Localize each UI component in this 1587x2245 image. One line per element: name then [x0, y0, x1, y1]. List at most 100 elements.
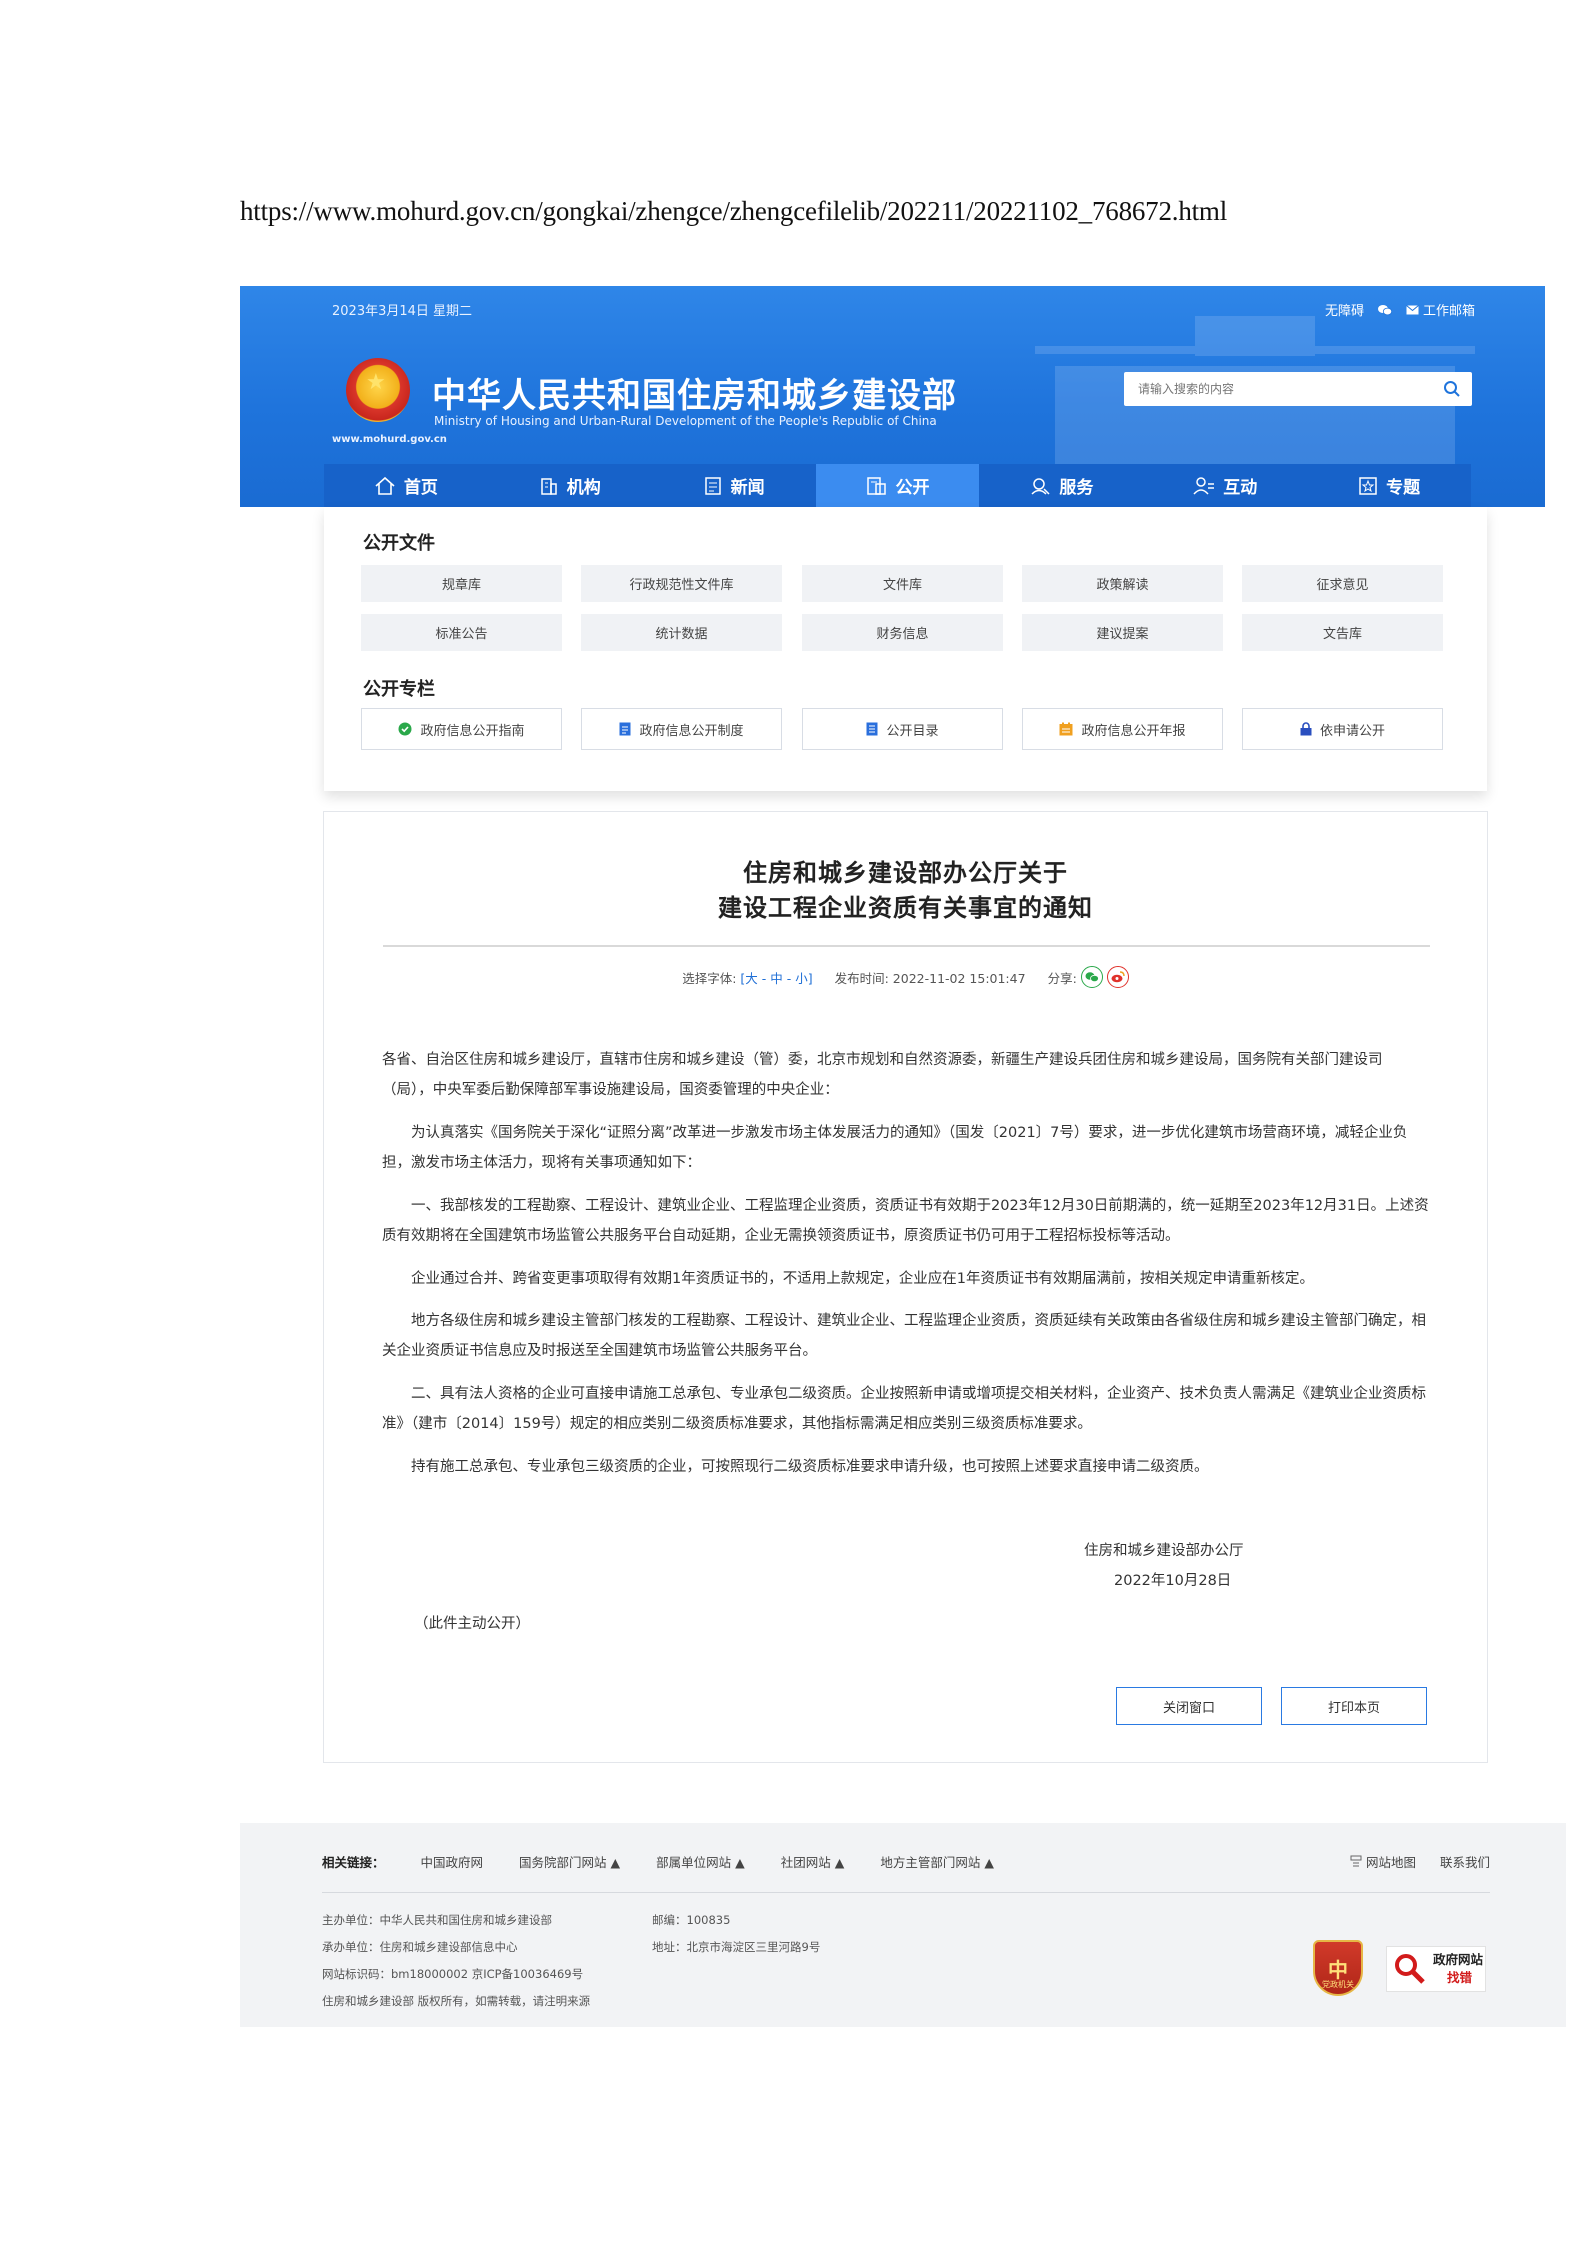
nav-topic-label: 专题 [1386, 478, 1421, 498]
nav-open[interactable]: 公开 [815, 464, 980, 507]
article-paragraph: 一、我部核发的工程勘察、工程设计、建筑业企业、工程监理企业资质，资质证书有效期于… [382, 1198, 1429, 1244]
footer-link-gov[interactable]: 中国政府网 [421, 1852, 484, 1871]
page-url: https://www.mohurd.gov.cn/gongkai/zhengc… [240, 196, 1228, 226]
font-size-label: 选择字体: [682, 970, 737, 986]
public-docs-panel: 公开文件 规章库 行政规范性文件库 文件库 政策解读 征求意见 标准公告 统计数… [324, 507, 1487, 791]
search-input[interactable] [1124, 372, 1432, 406]
footer-link-state-council[interactable]: 国务院部门网站 ▲ [519, 1852, 620, 1871]
weibo-share-icon[interactable] [1106, 966, 1129, 988]
docs-item-regulations[interactable]: 规章库 [361, 565, 562, 602]
article-paragraph: 为认真落实《国务院关于深化“证照分离”改革进一步激发市场主体发展活力的通知》（国… [382, 1125, 1408, 1171]
column-catalog-label: 公开目录 [886, 723, 939, 739]
publish-label: 发布时间: [834, 970, 889, 986]
footer-right-links: 网站地图 联系我们 [1350, 1852, 1490, 1871]
docs-item-announcements[interactable]: 文告库 [1242, 614, 1443, 651]
footer-link-associations[interactable]: 社团网站 ▲ [781, 1852, 845, 1871]
title-divider [383, 945, 1430, 947]
error-report-line2: 找错 [1447, 1970, 1473, 1985]
caret-up-icon: ▲ [610, 1855, 621, 1870]
wechat-share-icon[interactable] [1080, 966, 1103, 988]
article-title-line1: 住房和城乡建设部办公厅关于 [743, 859, 1068, 887]
article-meta: 选择字体: [大 - 中 - 小] 发布时间: 2022-11-02 15:01… [324, 966, 1487, 988]
footer-link-local[interactable]: 地方主管部门网站 ▲ [880, 1852, 994, 1871]
error-report-badge[interactable]: 政府网站 找错 [1386, 1946, 1486, 1992]
open-doc-icon [866, 476, 886, 495]
search-icon[interactable] [1432, 380, 1472, 398]
font-size-links[interactable]: [大 - 中 - 小] [740, 971, 812, 986]
docs-item-normative[interactable]: 行政规范性文件库 [581, 565, 782, 602]
home-icon [375, 476, 395, 495]
calendar-icon [1059, 722, 1073, 736]
caret-up-icon: ▲ [834, 1855, 845, 1870]
contact-link[interactable]: 联系我们 [1440, 1852, 1490, 1871]
docs-item-standards[interactable]: 标准公告 [361, 614, 562, 651]
share-group: 分享: [1048, 966, 1129, 988]
error-report-line1: 政府网站 [1433, 1952, 1484, 1967]
related-links: 相关链接： 中国政府网 国务院部门网站 ▲ 部属单位网站 ▲ 社团网站 ▲ 地方… [322, 1852, 994, 1871]
work-email-label: 工作邮箱 [1422, 304, 1475, 319]
nav-institution[interactable]: 机构 [488, 464, 652, 507]
column-guide[interactable]: 政府信息公开指南 [361, 708, 562, 750]
site-url-label: www.mohurd.gov.cn [332, 434, 447, 445]
sitemap-link[interactable]: 网站地图 [1350, 1852, 1416, 1871]
accessibility-link[interactable]: 无障碍 [1325, 300, 1364, 319]
article-paragraph: 地方各级住房和城乡建设主管部门核发的工程勘察、工程设计、建筑业企业、工程监理企业… [382, 1313, 1426, 1359]
sign-date: 2022年10月28日 [1114, 1573, 1232, 1589]
docs-item-files[interactable]: 文件库 [802, 565, 1003, 602]
party-gov-badge-icon[interactable]: 中 党政机关 [1313, 1940, 1363, 1996]
party-gov-badge-text: 党政机关 [1322, 1980, 1354, 1989]
docs-item-finance[interactable]: 财务信息 [802, 614, 1003, 651]
print-page-button[interactable]: 打印本页 [1281, 1687, 1427, 1725]
column-system-label: 政府信息公开制度 [639, 723, 744, 739]
service-icon [1031, 477, 1050, 495]
close-window-button[interactable]: 关闭窗口 [1116, 1687, 1262, 1725]
operator-info: 承办单位：住房和城乡建设部信息中心 [322, 1940, 518, 1954]
top-links: 无障碍 工作邮箱 [1325, 300, 1475, 319]
catalog-icon [866, 722, 878, 736]
work-email-link[interactable]: 工作邮箱 [1406, 300, 1475, 319]
column-annual-report-label: 政府信息公开年报 [1081, 723, 1186, 739]
column-application[interactable]: 依申请公开 [1242, 708, 1443, 750]
nav-institution-label: 机构 [566, 478, 601, 498]
column-annual-report[interactable]: 政府信息公开年报 [1022, 708, 1223, 750]
site-footer: 相关链接： 中国政府网 国务院部门网站 ▲ 部属单位网站 ▲ 社团网站 ▲ 地方… [240, 1823, 1566, 2027]
current-date: 2023年3月14日 星期二 [332, 304, 473, 319]
column-application-label: 依申请公开 [1319, 723, 1385, 739]
publish-time: 发布时间: 2022-11-02 15:01:47 [835, 968, 1026, 987]
nav-home[interactable]: 首页 [324, 464, 488, 507]
font-size-selector: 选择字体: [大 - 中 - 小] [682, 968, 812, 987]
wechat-icon[interactable] [1377, 304, 1392, 316]
nav-service-label: 服务 [1059, 478, 1094, 498]
address-info: 地址：北京市海淀区三里河路9号 [652, 1940, 821, 1954]
check-circle-icon [398, 722, 412, 736]
site-header: 2023年3月14日 星期二 无障碍 工作邮箱 www.mohurd.gov.c… [240, 286, 1545, 507]
column-system[interactable]: 政府信息公开制度 [581, 708, 782, 750]
nav-interact[interactable]: 互动 [1143, 464, 1307, 507]
nav-open-label: 公开 [895, 478, 930, 498]
main-nav: 首页 机构 新闻 公开 服务 互动 专题 [324, 464, 1471, 507]
share-label: 分享: [1047, 970, 1077, 986]
column-guide-label: 政府信息公开指南 [420, 723, 525, 739]
column-catalog[interactable]: 公开目录 [802, 708, 1003, 750]
footer-link-affiliated[interactable]: 部属单位网站 ▲ [656, 1852, 745, 1871]
footer-info-left: 主办单位：中华人民共和国住房和城乡建设部 承办单位：住房和城乡建设部信息中心 网… [322, 1907, 590, 2015]
docs-item-statistics[interactable]: 统计数据 [581, 614, 782, 651]
article-title-line2: 建设工程企业资质有关事宜的通知 [718, 894, 1093, 922]
article-panel: 住房和城乡建设部办公厅关于 建设工程企业资质有关事宜的通知 选择字体: [大 -… [323, 811, 1488, 1763]
footer-link-local-label: 地方主管部门网站 [880, 1855, 981, 1870]
nav-interact-label: 互动 [1223, 478, 1258, 498]
building-icon [541, 477, 557, 495]
site-id-info: 网站标识码：bm18000002 京ICP备10036469号 [322, 1967, 584, 1981]
caret-up-icon: ▲ [735, 1855, 745, 1870]
public-note: （此件主动公开） [414, 1616, 530, 1632]
copyright-info: 住房和城乡建设部 版权所有，如需转载，请注明来源 [322, 1994, 591, 2008]
news-icon [704, 476, 721, 495]
sitemap-label: 网站地图 [1365, 1855, 1416, 1870]
docs-item-proposals[interactable]: 建议提案 [1022, 614, 1223, 651]
nav-news[interactable]: 新闻 [652, 464, 816, 507]
site-title: 中华人民共和国住房和城乡建设部 [432, 376, 957, 416]
docs-item-opinions[interactable]: 征求意见 [1242, 565, 1443, 602]
nav-service[interactable]: 服务 [979, 464, 1143, 507]
docs-item-policy[interactable]: 政策解读 [1022, 565, 1223, 602]
nav-topic[interactable]: 专题 [1307, 464, 1471, 507]
